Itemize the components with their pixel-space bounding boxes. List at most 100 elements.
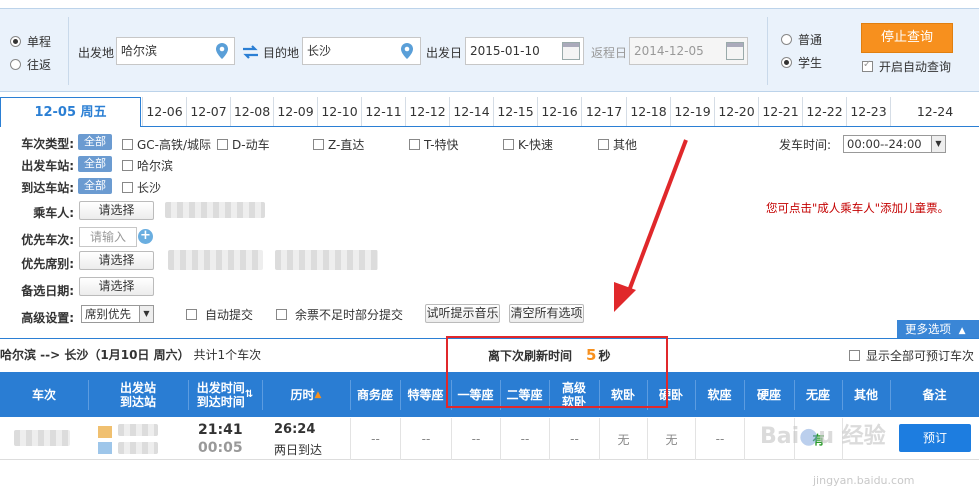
date-tab[interactable]: 12-12 xyxy=(405,97,449,126)
date-tab[interactable]: 12-16 xyxy=(537,97,581,126)
arrive-day: 两日到达 xyxy=(274,443,323,457)
date-tab[interactable]: 12-23 xyxy=(846,97,890,126)
depart-date-label: 出发日 xyxy=(426,46,463,60)
swap-icon[interactable] xyxy=(242,45,259,59)
divider xyxy=(767,17,768,85)
train-type-checkbox[interactable]: K-快速 xyxy=(503,136,553,153)
checkbox-icon xyxy=(503,139,514,150)
divider xyxy=(68,17,69,85)
round-trip-radio[interactable]: 往返 xyxy=(10,56,51,73)
more-options-button[interactable]: 更多选项 ▲ xyxy=(897,320,979,338)
calendar-icon[interactable] xyxy=(726,42,744,60)
partial-submit-checkbox[interactable]: 余票不足时部分提交 xyxy=(276,306,403,323)
priority-seat-label: 优先席别: xyxy=(21,257,74,271)
column-header: 硬座 xyxy=(756,387,781,402)
checkbox-icon xyxy=(598,139,609,150)
column-header[interactable]: 出发时间 到达时间 ⇅ xyxy=(188,372,262,417)
priority-seat-select-button[interactable]: 请选择 xyxy=(79,251,154,270)
date-tab[interactable]: 12-20 xyxy=(714,97,758,126)
train-type-all-button[interactable]: 全部 xyxy=(78,134,112,150)
priority-train-input[interactable]: 请输入 xyxy=(79,227,137,247)
date-tab[interactable]: 12-14 xyxy=(449,97,493,126)
stop-query-button[interactable]: 停止查询 xyxy=(861,23,953,53)
date-tab[interactable]: 12-19 xyxy=(670,97,714,126)
test-music-button[interactable]: 试听提示音乐 xyxy=(425,304,500,323)
location-pin-icon xyxy=(216,43,228,59)
one-way-radio[interactable]: 单程 xyxy=(10,33,51,50)
train-type-checkbox[interactable]: D-动车 xyxy=(217,136,270,153)
seat-cell: -- xyxy=(500,418,549,460)
date-tab[interactable]: 12-08 xyxy=(230,97,273,126)
train-type-checkbox[interactable]: 其他 xyxy=(598,136,637,153)
column-header: 车次 xyxy=(31,387,56,402)
start-station-icon xyxy=(98,426,112,438)
checkbox-icon xyxy=(122,160,133,171)
column-header[interactable]: 历时 ▲ xyxy=(262,372,350,417)
priority-train-label: 优先车次: xyxy=(21,233,74,247)
train-type-checkbox[interactable]: Z-直达 xyxy=(313,136,364,153)
seat-cell: 无 xyxy=(599,418,647,460)
depart-time-select[interactable]: 00:00--24:00 ▼ xyxy=(843,135,946,153)
date-tab[interactable]: 12-17 xyxy=(581,97,626,126)
auto-submit-checkbox[interactable]: 自动提交 xyxy=(186,306,253,323)
to-station-label: 到达车站: xyxy=(21,181,74,195)
add-icon[interactable]: + xyxy=(138,229,153,244)
backup-date-select-button[interactable]: 请选择 xyxy=(79,277,154,296)
dropdown-arrow-icon: ▼ xyxy=(139,306,153,322)
clear-all-button[interactable]: 清空所有选项 xyxy=(509,304,584,323)
train-type-checkbox[interactable]: GC-高铁/城际 xyxy=(122,136,211,153)
passenger-select-button[interactable]: 请选择 xyxy=(79,201,154,220)
train-type-checkbox[interactable]: T-特快 xyxy=(409,136,459,153)
auto-query-checkbox[interactable]: 开启自动查询 xyxy=(862,58,951,75)
from-station-checkbox[interactable]: 哈尔滨 xyxy=(122,157,173,174)
column-separator xyxy=(744,380,745,410)
column-header: 出发站 到达站 xyxy=(119,380,156,409)
column-header: 其他 xyxy=(853,387,878,402)
seat-cell: -- xyxy=(350,418,400,460)
checkbox-icon xyxy=(276,309,287,320)
date-tab-active[interactable]: 12-05 周五 xyxy=(0,97,141,127)
date-tab[interactable]: 12-06 xyxy=(142,97,186,126)
show-all-checkbox[interactable]: 显示全部可预订车次 xyxy=(849,347,974,364)
date-tab[interactable]: 12-22 xyxy=(802,97,846,126)
dropdown-arrow-icon: ▼ xyxy=(931,136,945,152)
advanced-select[interactable]: 席别优先 ▼ xyxy=(81,305,154,323)
depart-time: 21:41 xyxy=(198,422,243,438)
date-tab[interactable]: 12-24 xyxy=(890,97,979,126)
student-ticket-radio[interactable]: 学生 xyxy=(781,54,822,71)
column-separator xyxy=(695,380,696,410)
to-station-all-button[interactable]: 全部 xyxy=(78,178,112,194)
radio-selected-icon xyxy=(781,57,792,68)
column-separator xyxy=(88,380,89,410)
calendar-icon[interactable] xyxy=(562,42,580,60)
date-tab[interactable]: 12-11 xyxy=(361,97,405,126)
arrive-time: 00:05 xyxy=(198,440,243,456)
train-number-blurred xyxy=(14,430,70,446)
column-separator xyxy=(350,380,351,410)
date-tab[interactable]: 12-09 xyxy=(273,97,317,126)
date-tab[interactable]: 12-21 xyxy=(758,97,802,126)
book-button[interactable]: 预订 xyxy=(899,424,971,452)
normal-ticket-radio[interactable]: 普通 xyxy=(781,31,822,48)
checkbox-icon xyxy=(186,309,197,320)
checkbox-icon xyxy=(122,182,133,193)
train-type-label: 车次类型: xyxy=(21,137,74,151)
radio-icon xyxy=(10,59,21,70)
date-tab[interactable]: 12-15 xyxy=(493,97,537,126)
date-tab[interactable]: 12-10 xyxy=(317,97,361,126)
column-separator xyxy=(188,380,189,410)
radio-icon xyxy=(781,34,792,45)
watermark-logo: Bai●u 经验 xyxy=(760,424,886,449)
passenger-name-blurred xyxy=(165,202,265,218)
column-separator xyxy=(890,380,891,410)
from-station-all-button[interactable]: 全部 xyxy=(78,156,112,172)
child-ticket-hint: 您可点击"成人乘车人"添加儿童票。 xyxy=(766,201,950,215)
seat-option-blurred xyxy=(168,250,263,270)
column-header: 备注 xyxy=(922,387,947,402)
date-tab[interactable]: 12-07 xyxy=(186,97,230,126)
date-tab[interactable]: 12-18 xyxy=(626,97,670,126)
seat-cell: -- xyxy=(451,418,500,460)
search-bar: 单程 往返 出发地 哈尔滨 目的地 长沙 出发日 2015-01-10 返程日 … xyxy=(0,8,979,92)
chevron-up-icon: ▲ xyxy=(958,326,966,336)
to-station-checkbox[interactable]: 长沙 xyxy=(122,179,161,196)
